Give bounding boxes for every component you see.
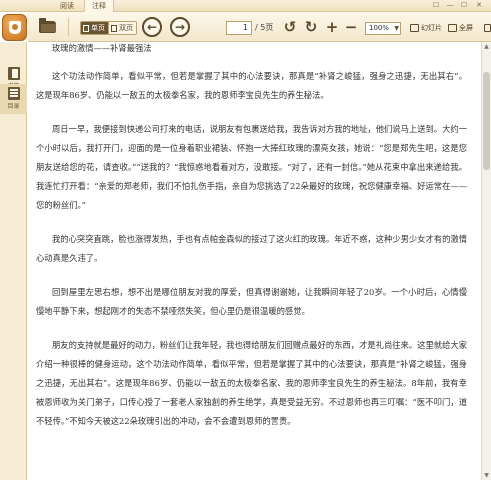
fullscreen-icon xyxy=(448,24,457,32)
zoom-select[interactable]: 100% ▼ xyxy=(365,22,401,35)
zoom-out-button[interactable]: − xyxy=(344,16,358,38)
slideshow-icon xyxy=(410,24,419,32)
bookmark-icon xyxy=(7,67,20,80)
sidebar-item-label: 目录 xyxy=(7,103,20,110)
slideshow-label: 幻灯片 xyxy=(421,24,442,32)
double-page-icon xyxy=(111,24,117,32)
arrow-left-icon: ← xyxy=(142,17,162,37)
toolbar: 单页 双页 ← → 1 / 5页 ↺ ↻ + − 100% ▼ 幻灯片 全屏 打… xyxy=(28,12,491,42)
paragraph: 朋友的支持就是最好的动力，粉丝们让我年轻，我也得给朋友们回赠点最好的东西，才是礼… xyxy=(36,340,467,426)
paragraph: 周日一早，我便接到快递公司打来的电话，说朋友有包裹送给我，我告诉对方我的地址，他… xyxy=(36,124,467,210)
page-number-input[interactable]: 1 xyxy=(226,21,252,35)
toc-icon xyxy=(7,87,20,100)
page-mode-switch: 单页 双页 xyxy=(80,21,137,35)
single-page-icon xyxy=(83,24,89,32)
zoom-value: 100% xyxy=(369,24,390,32)
scroll-up-icon[interactable]: ▲ xyxy=(482,42,491,51)
print-button[interactable]: 打印 xyxy=(484,21,491,35)
tab-read[interactable]: 阅读 xyxy=(52,0,82,12)
sidebar: 书签 目录 xyxy=(0,42,27,480)
double-page-label: 双页 xyxy=(119,24,133,32)
page-total: / 5页 xyxy=(255,23,274,32)
scrollbar-thumb[interactable] xyxy=(483,72,490,170)
tab-annotate[interactable]: 注释 xyxy=(84,0,114,12)
fullscreen-button[interactable]: 全屏 xyxy=(448,21,473,35)
prev-page-button[interactable]: ← xyxy=(142,16,162,38)
scroll-down-icon[interactable]: ▼ xyxy=(482,471,491,480)
single-page-label: 单页 xyxy=(91,24,105,32)
document-title: 玫瑰的激情——补肾最强法 xyxy=(52,43,152,53)
rotate-right-icon: ↻ xyxy=(304,18,318,36)
toolbar-divider xyxy=(68,18,69,36)
plus-icon: + xyxy=(325,18,339,36)
next-page-button[interactable]: → xyxy=(170,16,190,38)
paragraph: 回到屋里左思右想，想不出是哪位朋友对我的厚爱，但真得谢谢她，让我瞬间年轻了20岁… xyxy=(36,287,467,316)
maximize-button[interactable]: ☐ xyxy=(459,1,469,10)
rotate-left-icon: ↺ xyxy=(283,18,297,36)
zoom-in-button[interactable]: + xyxy=(325,16,339,38)
app-logo xyxy=(2,14,27,41)
printer-icon xyxy=(484,24,491,32)
paragraph: 我的心突突直跳，脸也涨得发热，手也有点帕金森似的接过了这火红的玫瑰。年近不惑，这… xyxy=(36,234,467,263)
rotate-right-button[interactable]: ↻ xyxy=(303,16,319,38)
minimize-button[interactable]: — xyxy=(445,1,455,10)
skin-button[interactable]: ☐ xyxy=(431,1,441,10)
chevron-down-icon: ▼ xyxy=(394,25,399,32)
arrow-right-icon: → xyxy=(170,17,190,37)
document-page: 玫瑰的激情——补肾最强法 这个功法动作简单，看似平常，但若是掌握了其中的心法要诀… xyxy=(28,42,481,480)
rotate-left-button[interactable]: ↺ xyxy=(282,16,298,38)
open-folder-button[interactable] xyxy=(36,16,58,38)
single-page-button[interactable]: 单页 xyxy=(80,21,109,35)
top-tab-strip: 阅读 注释 ☐ — ☐ ✕ xyxy=(0,0,491,12)
vertical-scrollbar[interactable]: ▲ ▼ xyxy=(481,42,491,480)
double-page-button[interactable]: 双页 xyxy=(109,21,137,35)
sidebar-item-toc[interactable]: 目录 xyxy=(0,84,27,114)
folder-icon xyxy=(38,18,56,33)
paragraph: 这个功法动作简单，看似平常，但若是掌握了其中的心法要诀，那真是“补肾之峻猛，强身… xyxy=(36,71,467,100)
minus-icon: − xyxy=(344,18,358,36)
fullscreen-label: 全屏 xyxy=(459,24,473,32)
slideshow-button[interactable]: 幻灯片 xyxy=(410,21,442,35)
close-button[interactable]: ✕ xyxy=(474,1,484,10)
